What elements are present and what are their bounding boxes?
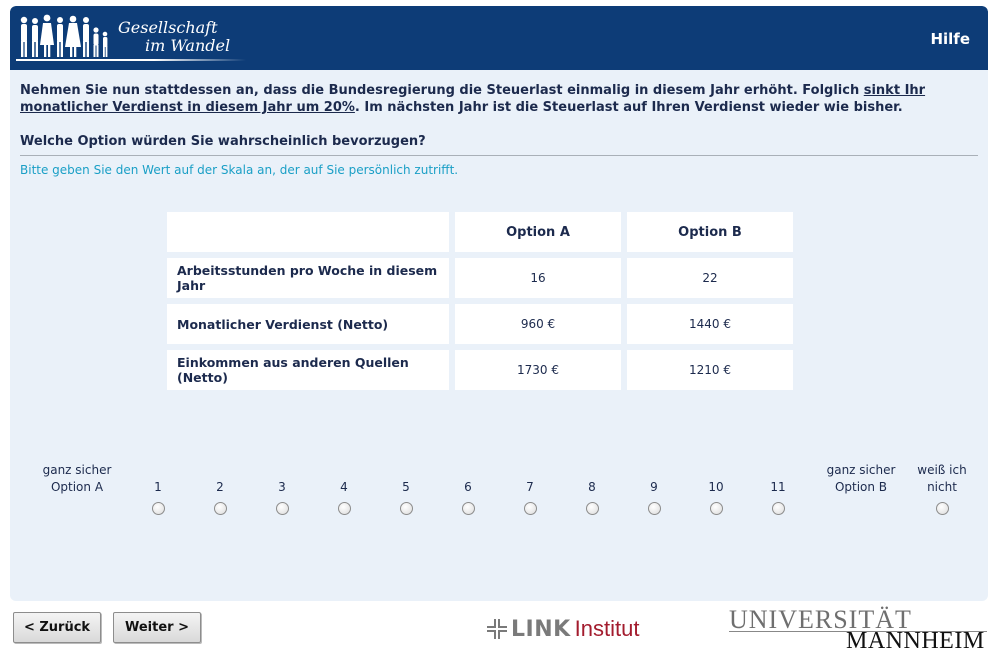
option-b-value: 22 bbox=[627, 258, 793, 298]
scale-point-label: 5 bbox=[402, 480, 410, 494]
row-label: Einkommen aus anderen Quellen (Netto) bbox=[167, 350, 449, 390]
scale-left-anchor-line1: ganz sicher bbox=[42, 463, 112, 477]
link-logo-text: LINK bbox=[511, 616, 571, 642]
scale-radio-1[interactable] bbox=[152, 502, 165, 515]
scale-point-label: 4 bbox=[340, 480, 348, 494]
link-institut-logo: LINK Institut bbox=[487, 616, 639, 642]
scale-left-anchor: ganz sicher Option A bbox=[32, 462, 122, 496]
instruction-text: Bitte geben Sie den Wert auf der Skala a… bbox=[20, 163, 459, 177]
scale-radio-5[interactable] bbox=[400, 502, 413, 515]
scale-radio-8[interactable] bbox=[586, 502, 599, 515]
scale-radio-dont-know[interactable] bbox=[936, 502, 949, 515]
question-divider bbox=[20, 155, 978, 156]
scale-dont-know-label: weiß ich nicht bbox=[907, 462, 977, 496]
scale-left-anchor-line2: Option A bbox=[50, 480, 104, 494]
scale-point-label: 11 bbox=[770, 480, 786, 494]
scale-point-label: 8 bbox=[588, 480, 596, 494]
scale-point-label: 7 bbox=[526, 480, 534, 494]
logo-title-line2: im Wandel bbox=[145, 36, 231, 55]
scale-point-label: 2 bbox=[216, 480, 224, 494]
scale-right-anchor-line2: Option B bbox=[834, 480, 888, 494]
scale-radio-2[interactable] bbox=[214, 502, 227, 515]
table-row: Monatlicher Verdienst (Netto) 960 € 1440… bbox=[167, 304, 793, 344]
scale-radio-4[interactable] bbox=[338, 502, 351, 515]
help-link[interactable]: Hilfe bbox=[930, 30, 970, 48]
back-button[interactable]: < Zurück bbox=[13, 612, 101, 643]
header-bar: Gesellschaft im Wandel Hilfe bbox=[10, 6, 988, 70]
intro-text: Nehmen Sie nun stattdessen an, dass die … bbox=[20, 82, 975, 116]
scale-right-anchor: ganz sicher Option B bbox=[816, 462, 906, 496]
scale-radio-7[interactable] bbox=[524, 502, 537, 515]
option-a-value: 1730 € bbox=[455, 350, 621, 390]
scale-point-label: 3 bbox=[278, 480, 286, 494]
table-header-row: Option A Option B bbox=[167, 212, 793, 252]
scale-radio-9[interactable] bbox=[648, 502, 661, 515]
intro-part1: Nehmen Sie nun stattdessen an, dass die … bbox=[20, 83, 864, 98]
logo-title-line1: Gesellschaft bbox=[118, 18, 218, 37]
option-b-value: 1210 € bbox=[627, 350, 793, 390]
table-header-option-a: Option A bbox=[455, 212, 621, 252]
table-row: Einkommen aus anderen Quellen (Netto) 17… bbox=[167, 350, 793, 390]
scale-radio-10[interactable] bbox=[710, 502, 723, 515]
scale-radio-3[interactable] bbox=[276, 502, 289, 515]
people-silhouettes-icon bbox=[20, 14, 108, 57]
logo-underline bbox=[16, 59, 246, 61]
option-b-value: 1440 € bbox=[627, 304, 793, 344]
dont-know-line2: nicht bbox=[927, 480, 957, 494]
survey-logo: Gesellschaft im Wandel bbox=[10, 6, 260, 70]
option-a-value: 16 bbox=[455, 258, 621, 298]
scale-radio-11[interactable] bbox=[772, 502, 785, 515]
survey-frame: Gesellschaft im Wandel Hilfe Nehmen Sie … bbox=[10, 6, 988, 601]
option-a-value: 960 € bbox=[455, 304, 621, 344]
scale-point-label: 9 bbox=[650, 480, 658, 494]
table-header-option-b: Option B bbox=[627, 212, 793, 252]
link-logo-suffix: Institut bbox=[574, 616, 640, 641]
row-label: Monatlicher Verdienst (Netto) bbox=[167, 304, 449, 344]
options-table: Option A Option B Arbeitsstunden pro Woc… bbox=[161, 206, 799, 396]
university-logo-line2: MANNHEIM bbox=[846, 628, 985, 654]
dont-know-line1: weiß ich bbox=[917, 463, 967, 477]
link-cross-icon bbox=[487, 619, 507, 639]
scale-point-label: 1 bbox=[154, 480, 162, 494]
scale-right-anchor-line1: ganz sicher bbox=[826, 463, 896, 477]
scale-point-label: 6 bbox=[464, 480, 472, 494]
row-label: Arbeitsstunden pro Woche in diesem Jahr bbox=[167, 258, 449, 298]
scale-radio-6[interactable] bbox=[462, 502, 475, 515]
next-button[interactable]: Weiter > bbox=[113, 612, 201, 643]
intro-part2: . Im nächsten Jahr ist die Steuerlast au… bbox=[354, 100, 903, 115]
scale-point-label: 10 bbox=[708, 480, 724, 494]
question-text: Welche Option würden Sie wahrscheinlich … bbox=[20, 134, 426, 149]
table-header-empty bbox=[167, 212, 449, 252]
table-row: Arbeitsstunden pro Woche in diesem Jahr … bbox=[167, 258, 793, 298]
